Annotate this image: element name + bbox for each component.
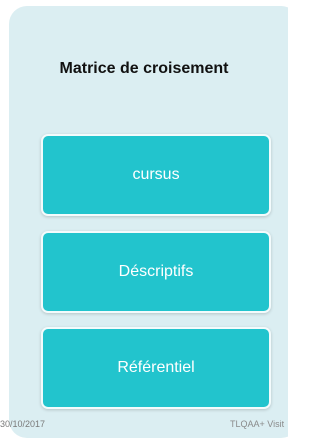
descriptifs-button[interactable]: Déscriptifs [41, 231, 271, 313]
descriptifs-button-label: Déscriptifs [118, 263, 194, 280]
referentiel-button[interactable]: Référentiel [41, 327, 271, 409]
cursus-button-label: cursus [132, 166, 180, 183]
page-title: Matrice de croisement [59, 60, 229, 77]
referentiel-button-label: Référentiel [117, 359, 195, 376]
footer-text: TLQAA+ Visit [230, 419, 285, 429]
slide: Matrice de croisement cursus Déscriptifs… [0, 0, 288, 438]
footer-date: 30/10/2017 [0, 419, 46, 429]
cursus-button[interactable]: cursus [41, 134, 271, 216]
